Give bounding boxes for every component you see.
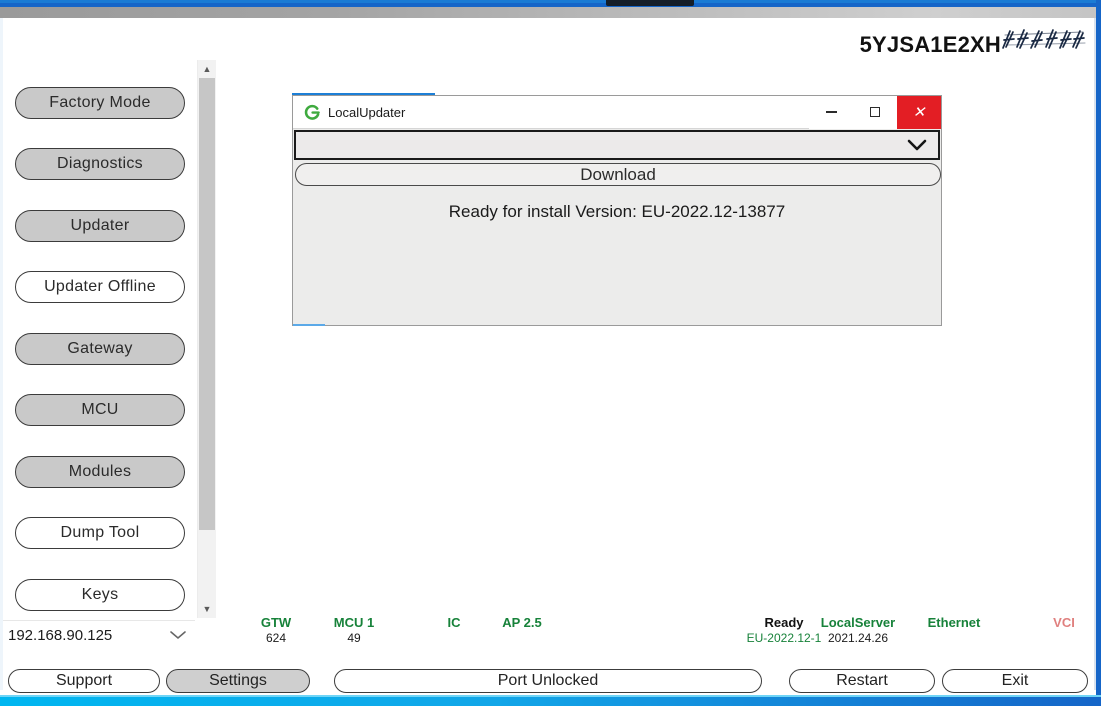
bottom-button-bar: Support Settings Port Unlocked Restart E… <box>0 669 1101 695</box>
sidebar-scrollbar[interactable]: ▲ ▼ <box>197 60 216 618</box>
sidebar-item-label: Keys <box>81 586 119 603</box>
chevron-down-icon <box>896 137 938 153</box>
ip-address-select[interactable]: 192.168.90.125 <box>3 620 195 649</box>
sidebar-item-keys[interactable]: Keys <box>15 579 185 611</box>
status-item-value: 624 <box>265 630 287 645</box>
maximize-button[interactable] <box>853 95 897 129</box>
status-item-value: 49 <box>347 630 361 645</box>
sidebar-item-mcu[interactable]: MCU <box>15 394 185 426</box>
status-item-mcu-1: MCU 1 49 <box>316 615 392 647</box>
scroll-down-button[interactable]: ▼ <box>198 600 216 618</box>
vin-redaction-scribble <box>1001 26 1087 52</box>
status-item-value: 2021.24.26 <box>827 630 889 645</box>
status-item-name: LocalServer <box>820 615 896 630</box>
sidebar-item-label: MCU <box>81 401 119 418</box>
status-item-name: AP 2.5 <box>502 615 542 630</box>
dialog-bottom-accent <box>293 324 325 326</box>
chevron-down-icon: ▼ <box>202 603 212 614</box>
exit-button[interactable]: Exit <box>942 669 1088 693</box>
sidebar-item-label: Gateway <box>67 340 133 357</box>
status-item-ready: Ready EU-2022.12-1 <box>746 615 822 647</box>
status-bar: GTW 624 MCU 1 49 IC AP 2.5 Ready EU-2022.12-1 Lo… <box>216 615 1090 664</box>
window-top-dark-fragment <box>606 0 694 6</box>
sidebar-item-label: Diagnostics <box>56 155 143 172</box>
dialog-titlebar[interactable]: LocalUpdater ✕ <box>293 95 941 129</box>
status-item-name: GTW <box>260 615 292 630</box>
sidebar-item-updater[interactable]: Updater <box>15 210 185 242</box>
sidebar-item-label: Modules <box>68 463 132 480</box>
vin-display: 5YJSA1E2XH <box>860 26 1087 58</box>
status-item-gtw: GTW 624 <box>238 615 314 647</box>
scroll-up-button[interactable]: ▲ <box>198 60 216 78</box>
chevron-down-icon <box>161 629 195 641</box>
scrollbar-thumb[interactable] <box>199 78 215 530</box>
sidebar-item-dump-tool[interactable]: Dump Tool <box>15 517 185 549</box>
sidebar-item-modules[interactable]: Modules <box>15 456 185 488</box>
download-button[interactable]: Download <box>295 163 941 186</box>
localupdater-logo-icon <box>304 104 321 121</box>
status-item-name: IC <box>447 615 461 630</box>
status-item-vci: VCI <box>1026 615 1101 631</box>
dialog-status-text: Ready for install Version: EU-2022.12-13… <box>448 202 786 221</box>
sidebar: Factory Mode Diagnostics Updater Updater Of… <box>3 58 195 618</box>
sidebar-item-label: Updater Offline <box>44 278 156 295</box>
chevron-up-icon: ▲ <box>202 63 212 74</box>
status-item-localserver: LocalServer 2021.24.26 <box>820 615 896 647</box>
window-right-edge <box>1096 0 1101 706</box>
status-item-ap-2.5: AP 2.5 <box>484 615 560 631</box>
status-item-ethernet: Ethernet <box>916 615 992 631</box>
window-controls: ✕ <box>809 95 941 129</box>
bottom-accent-bar <box>0 697 1101 706</box>
sidebar-item-updater-offline[interactable]: Updater Offline <box>15 271 185 303</box>
version-dropdown[interactable] <box>294 130 940 160</box>
sidebar-item-factory-mode[interactable]: Factory Mode <box>15 87 185 119</box>
localupdater-dialog: LocalUpdater ✕ Download Ready for instal… <box>292 95 942 326</box>
port-unlocked-button[interactable]: Port Unlocked <box>334 669 762 693</box>
ip-address-value: 192.168.90.125 <box>8 626 113 644</box>
window-top-accent-highlight <box>0 0 1101 3</box>
restart-button[interactable]: Restart <box>789 669 935 693</box>
status-item-name: MCU 1 <box>333 615 375 630</box>
minimize-button[interactable] <box>809 95 853 129</box>
status-item-name: VCI <box>1053 615 1075 630</box>
support-button[interactable]: Support <box>8 669 160 693</box>
status-item-ic: IC <box>416 615 492 631</box>
maximize-icon <box>870 107 880 117</box>
vin-text: 5YJSA1E2XH <box>859 32 1001 57</box>
sidebar-item-diagnostics[interactable]: Diagnostics <box>15 148 185 180</box>
minimize-icon <box>825 111 837 113</box>
status-item-value: EU-2022.12-1 <box>746 630 822 645</box>
window-titlebar-gradient <box>0 7 1101 18</box>
sidebar-item-label: Dump Tool <box>60 524 140 541</box>
close-icon: ✕ <box>912 103 926 121</box>
status-item-name: Ready <box>764 615 804 630</box>
sidebar-item-label: Updater <box>70 217 130 234</box>
dialog-title-text: LocalUpdater <box>328 104 406 120</box>
sidebar-item-label: Factory Mode <box>49 94 151 111</box>
sidebar-item-gateway[interactable]: Gateway <box>15 333 185 365</box>
status-item-name: Ethernet <box>927 615 981 630</box>
settings-button[interactable]: Settings <box>166 669 310 693</box>
close-button[interactable]: ✕ <box>897 95 941 129</box>
